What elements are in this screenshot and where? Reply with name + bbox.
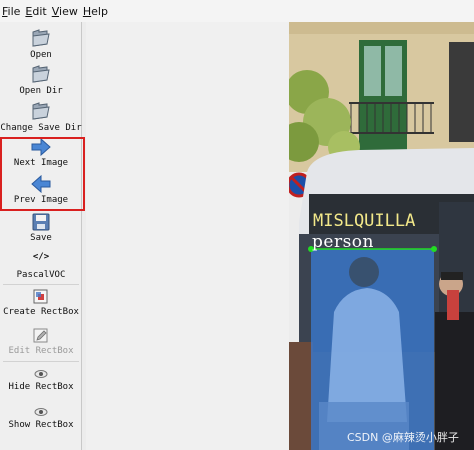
- eye-icon: [34, 370, 48, 378]
- toolbar-divider: [3, 361, 79, 362]
- folder-open-icon: [32, 65, 50, 83]
- menu-bar: File Edit View Help: [0, 0, 474, 22]
- next-prev-highlight: [0, 137, 85, 211]
- canvas-area[interactable]: [86, 22, 289, 450]
- menu-view[interactable]: View: [51, 5, 82, 18]
- open-dir-button[interactable]: Open Dir: [0, 64, 82, 96]
- code-tag-icon: </>: [32, 252, 50, 262]
- annotation-label: person: [312, 232, 374, 252]
- change-save-dir-label: Change Save Dir: [0, 123, 82, 133]
- bus-destination-text: MISLQUILLA: [313, 211, 415, 231]
- eye-icon: [34, 408, 48, 416]
- menu-edit[interactable]: Edit: [24, 5, 50, 18]
- save-label: Save: [30, 233, 52, 243]
- show-rectbox-label: Show RectBox: [8, 420, 74, 430]
- open-button[interactable]: Open: [0, 28, 82, 60]
- save-button[interactable]: Save: [0, 213, 82, 243]
- edit-rectbox-button[interactable]: Edit RectBox: [0, 328, 82, 356]
- hide-rectbox-label: Hide RectBox: [8, 382, 74, 392]
- hide-rectbox-button[interactable]: Hide RectBox: [0, 368, 82, 392]
- left-toolbar: Open Open Dir Change Save Dir Next Image…: [0, 22, 82, 450]
- create-rectbox-button[interactable]: Create RectBox: [0, 289, 82, 317]
- create-rectbox-icon: [33, 289, 48, 304]
- menu-file[interactable]: File: [1, 5, 24, 18]
- show-rectbox-button[interactable]: Show RectBox: [0, 406, 82, 430]
- edit-pencil-icon: [33, 328, 48, 343]
- folder-open-icon: [32, 29, 50, 47]
- open-dir-label: Open Dir: [19, 86, 63, 96]
- box-vertex-handle[interactable]: [431, 246, 437, 252]
- edit-rectbox-label: Edit RectBox: [8, 346, 74, 356]
- format-pascalvoc-button[interactable]: </> PascalVOC: [0, 252, 82, 280]
- watermark-text: CSDN @麻辣烫小胖子: [347, 431, 459, 444]
- menu-help[interactable]: Help: [82, 5, 112, 18]
- toolbar-divider: [3, 284, 79, 285]
- create-rectbox-label: Create RectBox: [3, 307, 79, 317]
- change-save-dir-button[interactable]: Change Save Dir: [0, 101, 82, 133]
- format-label: PascalVOC: [16, 270, 66, 280]
- open-label: Open: [30, 50, 52, 60]
- save-disk-icon: [32, 213, 50, 231]
- folder-open-icon: [32, 102, 50, 120]
